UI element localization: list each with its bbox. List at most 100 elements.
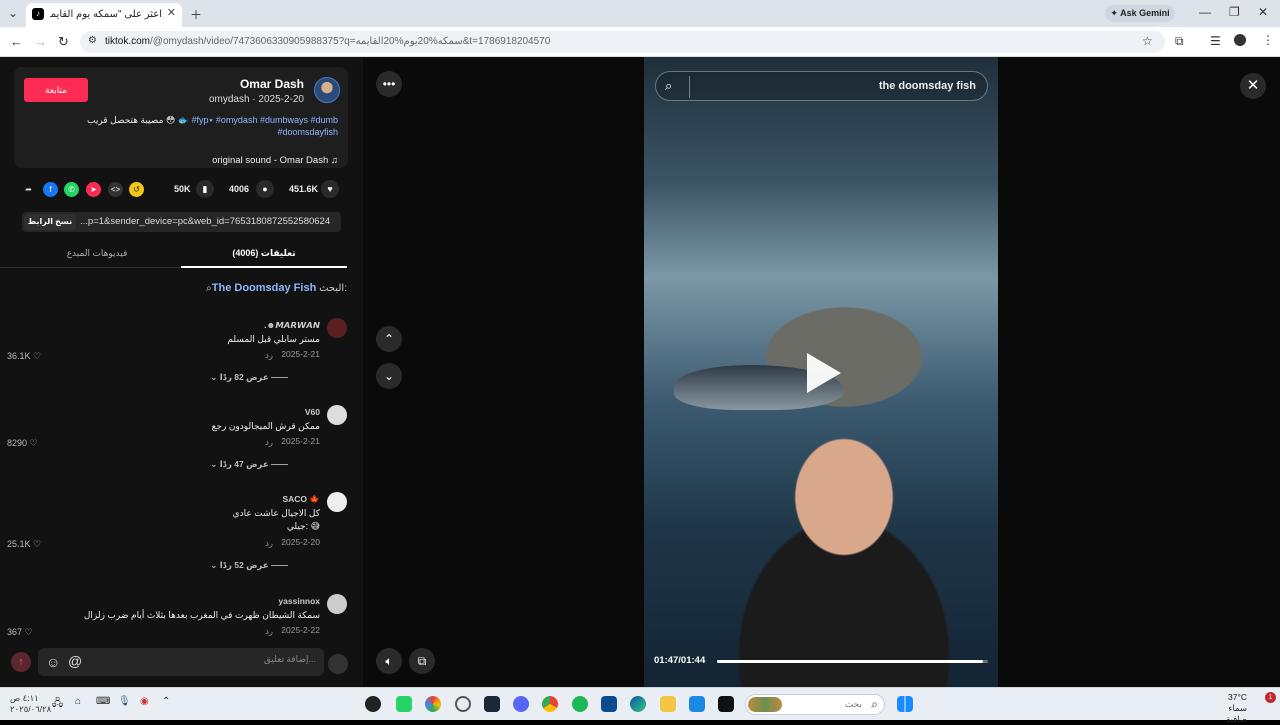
edge-icon[interactable] [630, 696, 646, 712]
copy-link-button[interactable]: نسخ الرابط [24, 214, 76, 230]
facebook-icon[interactable]: f [43, 182, 58, 197]
view-replies-button[interactable]: ⌄ عرض 82 ردًا —— [210, 372, 288, 383]
app-icon[interactable] [601, 696, 617, 712]
new-tab-icon[interactable]: ＋ [190, 6, 202, 23]
search-icon[interactable]: ⌕ [665, 78, 672, 94]
sound-row[interactable]: original sound - Omar Dash ♫ [212, 155, 338, 166]
tray-overflow-icon[interactable]: ⌃ [162, 696, 178, 712]
reply-button[interactable]: رد [265, 626, 273, 637]
next-video-button[interactable]: ⌄ [376, 363, 402, 389]
repost-icon[interactable]: ↺ [129, 182, 144, 197]
weather-widget[interactable]: 37°C سماء صافية [1207, 692, 1247, 725]
comment-likes[interactable]: 8290 ♡ [7, 438, 38, 449]
bookmark-icon[interactable]: ▮ [196, 180, 214, 198]
back-icon[interactable]: ← [10, 34, 23, 49]
emoji-icon[interactable]: ☺ [46, 654, 60, 670]
keyboard-icon[interactable]: ⌨ [96, 696, 112, 712]
extensions-icon[interactable]: ⧉ [1175, 34, 1184, 49]
view-replies-button[interactable]: ⌄ عرض 47 ردًا —— [210, 459, 288, 470]
volume-icon[interactable]: 🔈︎ [376, 648, 402, 674]
close-window-icon[interactable]: ✕ [1258, 5, 1268, 19]
commenter-name[interactable]: V60 [305, 407, 320, 417]
share-link-text[interactable]: ...p=1&sender_device=pc&web_id=765318087… [80, 216, 330, 227]
floating-player-icon[interactable]: ⧉ [409, 648, 435, 674]
author-avatar[interactable] [314, 77, 340, 103]
notification-badge[interactable]: 1 [1265, 692, 1276, 703]
follow-button[interactable]: متابعة [24, 78, 88, 102]
app-icon[interactable] [396, 696, 412, 712]
heart-icon[interactable]: ♥ [321, 180, 339, 198]
comment-likes[interactable]: 36.1K ♡ [7, 351, 41, 362]
windows-start-icon[interactable] [897, 696, 913, 712]
network-icon[interactable]: 🖧 [52, 696, 68, 712]
steam-icon[interactable] [484, 696, 500, 712]
reply-button[interactable]: رد [265, 350, 273, 361]
related-search-query[interactable]: The Doomsday Fish [212, 282, 317, 294]
view-replies-label: عرض 52 ردًا [219, 560, 269, 570]
bookmark-star-icon[interactable]: ☆ [1142, 34, 1153, 48]
whatsapp-icon[interactable]: ✆ [64, 182, 79, 197]
app-icon[interactable] [425, 696, 441, 712]
security-icon[interactable]: ◉ [140, 696, 156, 712]
comment-composer: ↑ ☺ @ [0, 640, 363, 687]
menu-icon[interactable]: ⋮ [1262, 33, 1274, 47]
send-to-friends-icon[interactable]: ➤ [86, 182, 101, 197]
tab-comments[interactable]: (4006) تعليقات [181, 248, 347, 259]
app-icon[interactable] [365, 696, 381, 712]
play-icon[interactable] [807, 353, 841, 393]
settings-icon[interactable] [455, 696, 471, 712]
commenter-avatar[interactable] [327, 492, 347, 512]
taskbar-clock[interactable]: ٤:١١ ص ٢٠٢٥/٠٦/٢٨ [10, 693, 51, 715]
spotify-icon[interactable] [572, 696, 588, 712]
related-search[interactable]: ⌕The Doomsday Fish البحث: [206, 282, 347, 294]
address-bar[interactable]: ⚙ tiktok.com/@omydash/video/747360633090… [80, 31, 1165, 53]
commenter-name[interactable]: yassinnox [278, 596, 320, 606]
reading-list-icon[interactable]: ☰ [1210, 34, 1221, 48]
progress-bar[interactable] [717, 660, 988, 663]
comment-input[interactable] [116, 654, 316, 664]
video-player[interactable]: ⌕ the doomsday fish 01:47/01:44 [644, 57, 998, 687]
mention-icon[interactable]: @ [68, 653, 82, 669]
tab-creator-videos[interactable]: فيديوهات المبدع [14, 248, 180, 259]
profile-avatar[interactable] [1234, 34, 1246, 46]
author-name[interactable]: Omar Dash [240, 77, 304, 91]
restore-icon[interactable]: ❐ [1229, 5, 1240, 19]
description-hashtags[interactable]: #fyp٭ #omydash #dumbways #dumb #doomsday… [192, 115, 339, 137]
commenter-name[interactable]: SACO 🍁 [282, 494, 320, 505]
more-options-icon[interactable]: ••• [376, 71, 402, 97]
language-icon[interactable]: ⌂ [75, 696, 91, 712]
commenter-name[interactable]: .☻𝙈𝘼𝙍𝙒𝘼𝙉 [264, 320, 320, 331]
reply-button[interactable]: رد [265, 437, 273, 448]
app-icon[interactable] [689, 696, 705, 712]
forward-icon[interactable]: → [34, 34, 47, 49]
tab-search-icon[interactable]: ⌄ [8, 6, 18, 20]
close-tab-icon[interactable]: ✕ [167, 6, 176, 19]
comment-likes[interactable]: 25.1K ♡ [7, 539, 41, 550]
previous-video-button[interactable]: ⌃ [376, 326, 402, 352]
commenter-avatar[interactable] [327, 318, 347, 338]
app-icon[interactable] [718, 696, 734, 712]
mic-icon[interactable]: 🎙︎ [118, 696, 134, 712]
post-comment-button[interactable]: ↑ [11, 652, 31, 672]
comment-likes[interactable]: 367 ♡ [7, 627, 33, 638]
browser-tab[interactable]: ♪ اعثر على "سمكه يوم القايمه" على ✕ [26, 3, 182, 27]
discord-icon[interactable] [513, 696, 529, 712]
heart-outline-icon: ♡ [29, 438, 38, 448]
chrome-icon[interactable] [542, 696, 558, 712]
forward-share-icon[interactable]: ➦ [21, 182, 36, 197]
comment-bubble-icon[interactable]: ● [256, 180, 274, 198]
close-video-icon[interactable]: ✕ [1240, 73, 1266, 99]
site-info-icon[interactable]: ⚙ [88, 35, 97, 46]
file-explorer-icon[interactable] [660, 696, 676, 712]
video-search-bar[interactable]: ⌕ the doomsday fish [655, 71, 988, 101]
view-replies-button[interactable]: ⌄ عرض 52 ردًا —— [210, 560, 288, 571]
ask-gemini-button[interactable]: ✦ Ask Gemini [1105, 5, 1175, 22]
reload-icon[interactable]: ↻ [58, 34, 69, 50]
taskbar-search[interactable]: بحث ⌕ [745, 694, 885, 715]
commenter-avatar[interactable] [327, 405, 347, 425]
embed-icon[interactable]: <> [108, 182, 123, 197]
commenter-avatar[interactable] [327, 594, 347, 614]
minimize-icon[interactable]: — [1199, 5, 1211, 19]
related-search-prefix: البحث: [319, 283, 347, 294]
reply-button[interactable]: رد [265, 538, 273, 549]
